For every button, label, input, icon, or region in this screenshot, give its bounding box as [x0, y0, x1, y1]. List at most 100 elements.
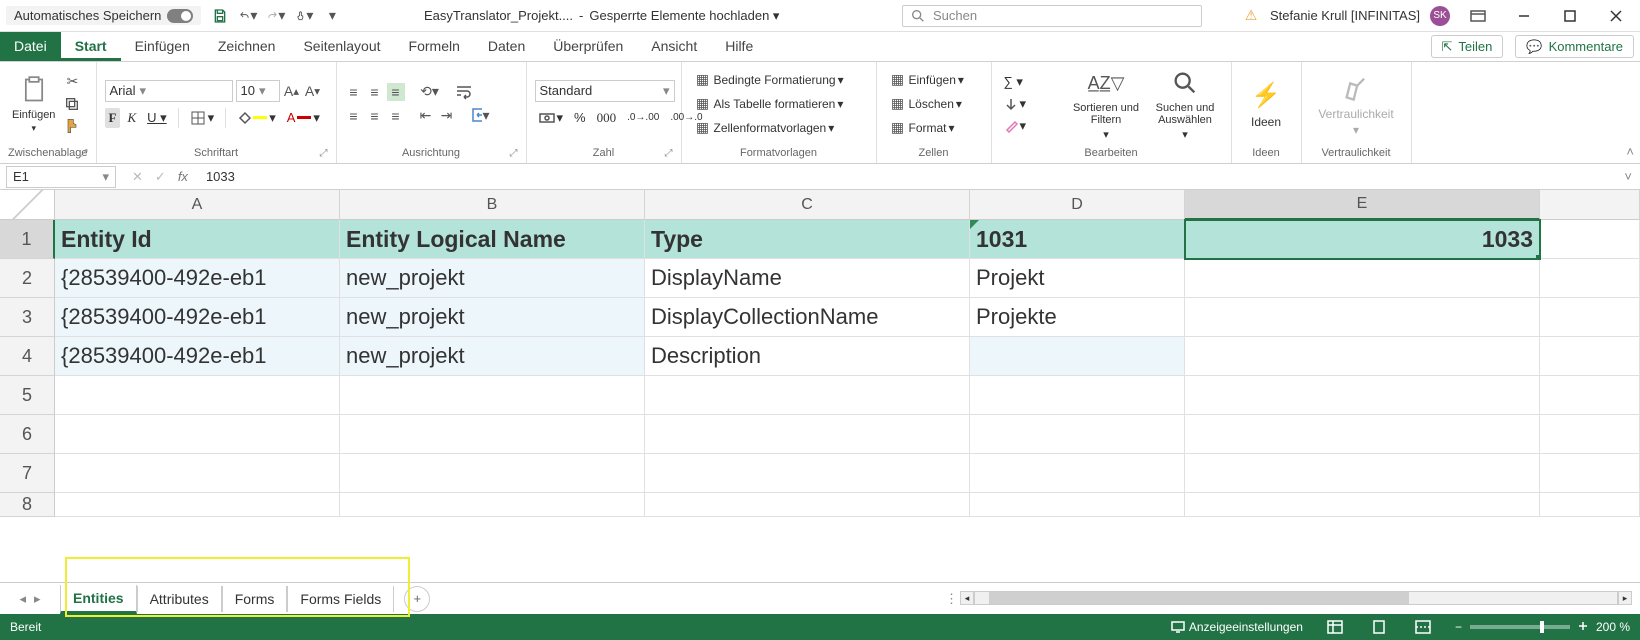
redo-icon[interactable]: ▾ — [267, 7, 285, 25]
decrease-indent-icon[interactable]: ⇤ — [417, 107, 435, 125]
insert-function-icon[interactable]: fx — [178, 169, 188, 185]
tab-data[interactable]: Daten — [474, 32, 539, 61]
row-header-7[interactable]: 7 — [0, 454, 55, 493]
sheet-tab-attributes[interactable]: Attributes — [137, 586, 222, 612]
name-box[interactable]: E1▾ — [6, 166, 116, 188]
scroll-right-icon[interactable]: ▸ — [1618, 591, 1632, 605]
cell-a2[interactable]: {28539400-492e-eb1 — [55, 259, 340, 298]
cell-d1[interactable]: 1031 — [970, 220, 1185, 259]
cell-blank[interactable] — [1540, 454, 1640, 493]
zoom-value[interactable]: 200 % — [1596, 620, 1630, 634]
cell-blank[interactable] — [1540, 298, 1640, 337]
cell-blank[interactable] — [55, 454, 340, 493]
cell-c4[interactable]: Description — [645, 337, 970, 376]
cell-blank[interactable] — [645, 415, 970, 454]
sort-filter-button[interactable]: A̲Z̲▽ Sortieren und Filtern ▾ — [1069, 64, 1144, 143]
expand-formula-bar-icon[interactable]: ˅ — [1616, 169, 1640, 184]
sheet-nav-next-icon[interactable]: ▸ — [34, 591, 41, 607]
scroll-thumb[interactable] — [989, 592, 1409, 604]
tab-file[interactable]: Datei — [0, 32, 61, 61]
cell-e2[interactable] — [1185, 259, 1540, 298]
tab-formulas[interactable]: Formeln — [395, 32, 474, 61]
user-name[interactable]: Stefanie Krull [INFINITAS] — [1270, 8, 1420, 23]
dialog-launcher-icon[interactable]: ⤢ — [320, 148, 328, 159]
cell-e4[interactable] — [1185, 337, 1540, 376]
wrap-text-icon[interactable] — [455, 83, 473, 101]
cell-b1[interactable]: Entity Logical Name — [340, 220, 645, 259]
collapse-ribbon-icon[interactable]: ˄ — [1626, 144, 1634, 159]
qat-customize-icon[interactable]: ▾ — [323, 7, 341, 25]
align-center-icon[interactable]: ≡ — [366, 107, 384, 125]
sensitivity-button[interactable]: Vertraulichkeit ▾ — [1314, 69, 1397, 139]
cell-styles-button[interactable]: ▦Zellenformatvorlagen ▾ — [690, 117, 868, 139]
sheet-tab-entities[interactable]: Entities — [60, 585, 137, 614]
cell-b2[interactable]: new_projekt — [340, 259, 645, 298]
cut-icon[interactable]: ✂ — [63, 73, 81, 91]
horizontal-scrollbar[interactable]: ◂ ▸ — [960, 591, 1632, 605]
accounting-format-icon[interactable]: ▾ — [535, 108, 568, 128]
view-page-break-icon[interactable] — [1411, 618, 1435, 636]
autosum-button[interactable]: ∑ ▾ — [1000, 72, 1027, 92]
tab-insert[interactable]: Einfügen — [121, 32, 204, 61]
cell-blank[interactable] — [645, 454, 970, 493]
cell-c3[interactable]: DisplayCollectionName — [645, 298, 970, 337]
cell-blank[interactable] — [55, 493, 340, 517]
merge-center-icon[interactable]: ▾ — [472, 107, 490, 125]
cell-b4[interactable]: new_projekt — [340, 337, 645, 376]
tab-view[interactable]: Ansicht — [637, 32, 711, 61]
italic-button[interactable]: K — [123, 108, 140, 128]
cell-blank[interactable] — [1185, 493, 1540, 517]
dialog-launcher-icon[interactable]: ⤢ — [665, 148, 673, 159]
scroll-left-icon[interactable]: ◂ — [960, 591, 974, 605]
comma-style-icon[interactable]: 000 — [593, 108, 621, 128]
conditional-formatting-button[interactable]: ▦Bedingte Formatierung ▾ — [690, 69, 868, 91]
row-header-8[interactable]: 8 — [0, 493, 55, 517]
user-avatar[interactable]: SK — [1430, 6, 1450, 26]
view-normal-icon[interactable] — [1323, 618, 1347, 636]
find-select-button[interactable]: Suchen und Auswählen ▾ — [1148, 64, 1223, 143]
zoom-control[interactable]: − 200 % — [1455, 620, 1630, 634]
align-left-icon[interactable]: ≡ — [345, 107, 363, 125]
underline-button[interactable]: U ▾ — [143, 108, 171, 128]
number-format-combo[interactable]: Standard▾ — [535, 80, 675, 102]
zoom-in-icon[interactable] — [1578, 620, 1588, 634]
cell-d3[interactable]: Projekte — [970, 298, 1185, 337]
align-top-icon[interactable]: ≡ — [345, 83, 363, 101]
borders-button[interactable]: ▾ — [186, 108, 219, 128]
percent-icon[interactable]: % — [570, 108, 590, 127]
cell-blank[interactable] — [1185, 376, 1540, 415]
cell-d4[interactable] — [970, 337, 1185, 376]
close-icon[interactable] — [1598, 2, 1634, 30]
align-right-icon[interactable]: ≡ — [387, 107, 405, 125]
row-header-3[interactable]: 3 — [0, 298, 55, 337]
cell-blank[interactable] — [970, 415, 1185, 454]
clear-button[interactable]: ▾ — [1000, 116, 1031, 136]
increase-font-icon[interactable]: A▴ — [283, 82, 301, 100]
confirm-entry-icon[interactable]: ✓ — [155, 169, 166, 185]
add-sheet-button[interactable]: + — [404, 586, 430, 612]
font-name-combo[interactable]: Arial▾ — [105, 80, 233, 102]
minimize-icon[interactable] — [1506, 2, 1542, 30]
font-color-button[interactable]: A▾ — [283, 108, 324, 128]
format-painter-icon[interactable] — [63, 117, 81, 135]
cell-a4[interactable]: {28539400-492e-eb1 — [55, 337, 340, 376]
row-header-5[interactable]: 5 — [0, 376, 55, 415]
paste-button[interactable]: Einfügen▾ — [8, 71, 59, 136]
align-bottom-icon[interactable]: ≡ — [387, 83, 405, 101]
row-header-6[interactable]: 6 — [0, 415, 55, 454]
row-header-2[interactable]: 2 — [0, 259, 55, 298]
formula-input[interactable]: 1033 — [198, 169, 1616, 184]
comments-button[interactable]: 💬Kommentare — [1515, 35, 1634, 58]
increase-decimal-icon[interactable]: .0→.00 — [623, 110, 663, 125]
search-box[interactable]: Suchen — [902, 5, 1202, 27]
fill-color-button[interactable]: ▾ — [233, 108, 280, 128]
cancel-entry-icon[interactable]: ✕ — [132, 169, 143, 185]
save-icon[interactable] — [211, 7, 229, 25]
font-size-combo[interactable]: 10▾ — [236, 80, 280, 102]
dialog-launcher-icon[interactable]: ⤢ — [80, 148, 88, 159]
cell-blank[interactable] — [55, 415, 340, 454]
zoom-slider[interactable] — [1470, 625, 1570, 629]
zoom-out-icon[interactable]: − — [1455, 620, 1462, 634]
bold-button[interactable]: F — [105, 108, 121, 128]
autosave-toggle[interactable]: Automatisches Speichern — [6, 6, 201, 25]
